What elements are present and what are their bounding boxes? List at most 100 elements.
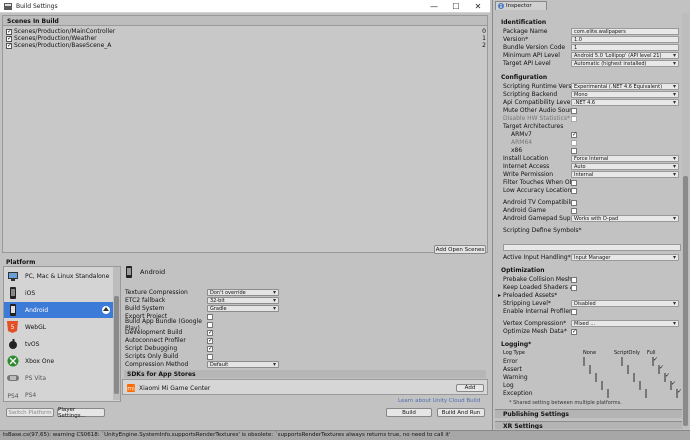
armv7-checkbox[interactable]: [571, 131, 577, 138]
log-error-none-checkbox[interactable]: [583, 357, 585, 366]
player-settings-button[interactable]: Player Settings...: [57, 407, 105, 419]
log-assert-scriptonly-checkbox[interactable]: [627, 365, 629, 374]
log-exception-scriptonly-checkbox[interactable]: [645, 389, 647, 398]
mute-other-audio-checkbox[interactable]: [571, 107, 577, 114]
write-permission-dropdown[interactable]: Internal: [571, 171, 679, 178]
log-warning-full-checkbox[interactable]: [664, 373, 666, 382]
platform-item-webgl[interactable]: 5 WebGL: [4, 319, 114, 335]
scene-row[interactable]: Scenes/Production/MainController 0: [6, 28, 486, 35]
minimize-button[interactable]: —: [424, 1, 444, 12]
compression-method-dropdown[interactable]: Default: [207, 361, 279, 368]
log-log-full-checkbox[interactable]: [670, 381, 672, 390]
android-settings-header: Android: [124, 266, 165, 278]
log-error-full-checkbox[interactable]: [652, 357, 654, 366]
sdk-add-button[interactable]: Add: [456, 384, 484, 392]
switch-platform-button[interactable]: Switch Platform: [6, 408, 54, 417]
min-api-dropdown[interactable]: Android 5.0 'Lollipop' (API level 21): [571, 52, 679, 59]
log-assert-full-checkbox[interactable]: [658, 365, 660, 374]
android-gamepad-dropdown[interactable]: Works with D-pad: [571, 215, 679, 222]
field-label: Preloaded Assets*: [503, 292, 558, 299]
api-compat-dropdown[interactable]: .NET 4.6: [571, 99, 679, 106]
bundle-version-code-input[interactable]: 1: [571, 44, 679, 51]
internet-access-dropdown[interactable]: Auto: [571, 163, 679, 170]
build-and-run-button[interactable]: Build And Run: [437, 408, 485, 417]
low-accuracy-location-checkbox[interactable]: [571, 187, 577, 194]
log-assert-none-checkbox[interactable]: [589, 365, 591, 374]
install-location-dropdown[interactable]: Force Internal: [571, 155, 679, 162]
build-app-bundle-checkbox[interactable]: [207, 321, 213, 328]
add-open-scenes-button[interactable]: Add Open Scenes: [434, 245, 486, 254]
development-build-checkbox[interactable]: [207, 329, 213, 336]
platform-item-ios[interactable]: iOS: [4, 285, 114, 301]
autoconnect-profiler-checkbox[interactable]: [207, 337, 213, 344]
log-exception-full-checkbox[interactable]: [676, 389, 678, 398]
publishing-settings-section[interactable]: Publishing Settings: [495, 409, 683, 418]
scripting-runtime-dropdown[interactable]: Experimental (.NET 4.6 Equivalent): [571, 83, 679, 90]
prebake-checkbox[interactable]: [571, 276, 577, 283]
field-label: Scripting Backend: [503, 91, 558, 98]
xbox-icon: [7, 355, 18, 367]
keep-shaders-checkbox[interactable]: [571, 284, 577, 291]
texture-compression-dropdown[interactable]: Don't override: [207, 289, 279, 296]
disable-hw-stats-checkbox[interactable]: [571, 115, 577, 122]
package-name-input[interactable]: com.elite.wallpapers: [571, 28, 679, 35]
platform-list: PC, Mac & Linux Standalone iOS Android 5…: [3, 266, 121, 402]
maximize-button[interactable]: ☐: [446, 1, 466, 12]
vertex-compression-row: Vertex Compression* Mixed ...: [503, 320, 681, 327]
platform-item-standalone[interactable]: PC, Mac & Linux Standalone: [4, 268, 114, 284]
define-symbols-input[interactable]: [503, 244, 681, 251]
scene-row[interactable]: Scenes/Production/Weather 1: [6, 35, 486, 42]
platform-item-android[interactable]: Android: [4, 302, 114, 318]
platform-item-xbox-one[interactable]: Xbox One: [4, 353, 114, 369]
log-log-none-checkbox[interactable]: [601, 381, 603, 390]
tab-inspector[interactable]: Inspector: [495, 1, 547, 10]
preloaded-assets-row[interactable]: ▸ Preloaded Assets*: [498, 292, 676, 299]
platform-name: PC, Mac & Linux Standalone: [25, 272, 110, 280]
vertex-compression-dropdown[interactable]: Mixed ...: [571, 320, 679, 327]
platform-item-ps-vita[interactable]: PS Vita: [4, 370, 114, 386]
xiaomi-logo-icon: mi: [127, 384, 135, 392]
script-debugging-row: Script Debugging: [125, 345, 375, 353]
optimize-mesh-checkbox[interactable]: [571, 328, 577, 335]
close-button[interactable]: ✕: [468, 1, 488, 12]
build-button[interactable]: Build: [386, 408, 432, 417]
field-label: Android Game: [503, 207, 546, 214]
log-exception-none-checkbox[interactable]: [607, 389, 609, 398]
active-input-dropdown[interactable]: Input Manager: [571, 254, 679, 261]
android-tv-checkbox[interactable]: [571, 199, 577, 206]
scene-path: Scenes/Production/Weather: [14, 35, 97, 42]
script-debugging-checkbox[interactable]: [207, 345, 213, 352]
log-log-scriptonly-checkbox[interactable]: [639, 381, 641, 390]
build-system-dropdown[interactable]: Gradle: [207, 305, 279, 312]
min-api-row: Minimum API Level Android 5.0 'Lollipop'…: [503, 52, 681, 59]
arm64-checkbox[interactable]: [571, 139, 577, 146]
stripping-dropdown[interactable]: Disabled: [571, 300, 679, 307]
console-status-bar[interactable]: tsBase.cs(97,65): warning CS0618: `Unity…: [0, 430, 690, 440]
target-api-dropdown[interactable]: Automatic (highest installed): [571, 60, 679, 67]
xr-settings-section[interactable]: XR Settings: [495, 421, 683, 429]
log-error-scriptonly-checkbox[interactable]: [621, 357, 623, 366]
scene-checkbox[interactable]: [6, 42, 12, 49]
version-input[interactable]: 1.0: [571, 36, 679, 43]
scripts-only-build-checkbox[interactable]: [207, 353, 213, 360]
scripting-backend-dropdown[interactable]: Mono: [571, 91, 679, 98]
compression-method-row: Compression Method Default: [125, 361, 375, 368]
learn-cloud-build-link[interactable]: Learn about Unity Cloud Build: [398, 398, 480, 404]
platform-item-tvos[interactable]: tvOS: [4, 336, 114, 352]
filter-touches-checkbox[interactable]: [571, 179, 577, 186]
inspector-scrollbar-thumb[interactable]: [683, 176, 688, 426]
platform-item-ps4[interactable]: PS4 PS4: [4, 387, 114, 401]
setting-label: Compression Method: [125, 361, 189, 368]
log-warning-scriptonly-checkbox[interactable]: [633, 373, 635, 382]
svg-text:mi: mi: [127, 386, 135, 393]
scene-row[interactable]: Scenes/Production/BaseScene_A 2: [6, 42, 486, 49]
field-label: Android TV Compatibility: [503, 199, 571, 206]
log-warning-none-checkbox[interactable]: [595, 373, 597, 382]
internal-profiler-checkbox[interactable]: [571, 308, 577, 315]
platform-scrollbar-thumb[interactable]: [114, 296, 119, 394]
x86-checkbox[interactable]: [571, 147, 577, 154]
etc2-fallback-dropdown[interactable]: 32-bit: [207, 297, 279, 304]
export-project-checkbox[interactable]: [207, 313, 213, 320]
svg-text:PS4: PS4: [7, 393, 18, 399]
android-game-checkbox[interactable]: [571, 207, 577, 214]
